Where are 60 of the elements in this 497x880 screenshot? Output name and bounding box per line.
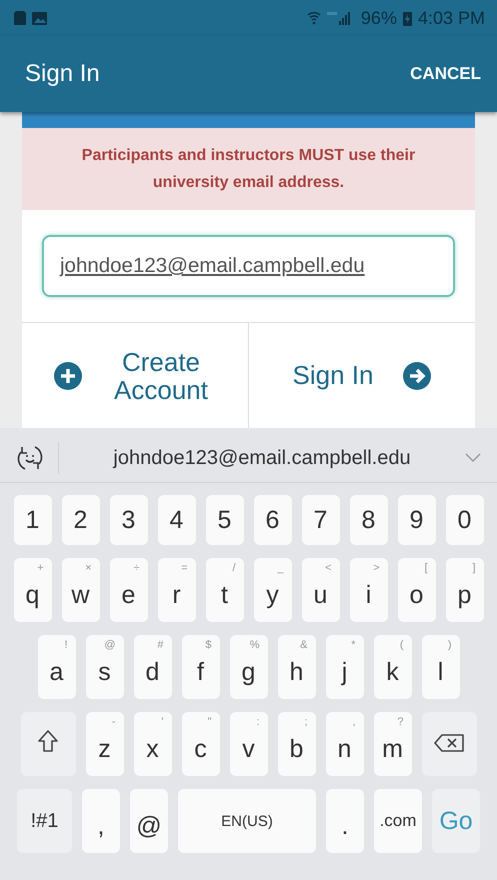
- shift-icon: [38, 730, 58, 752]
- keyboard-key[interactable]: " c: [182, 712, 220, 776]
- keyboard-key[interactable]: / t: [206, 558, 244, 622]
- symbols-key[interactable]: !#1: [17, 789, 72, 853]
- keyboard-key[interactable]: ; b: [278, 712, 316, 776]
- keyboard-key[interactable]: # d: [134, 635, 172, 699]
- screen-title: Sign In: [25, 60, 100, 88]
- battery-icon: [402, 10, 412, 26]
- keyboard-key[interactable]: 3: [110, 495, 148, 545]
- keyboard-key[interactable]: _ y: [254, 558, 292, 622]
- keyboard-key[interactable]: ? m: [374, 712, 412, 776]
- keyboard-key[interactable]: 1: [14, 495, 52, 545]
- keyboard-key[interactable]: @: [130, 789, 168, 853]
- keyboard-key[interactable]: $ f: [182, 635, 220, 699]
- notice-message: Participants and instructors MUST use their university email address.: [80, 146, 416, 193]
- keyboard-key[interactable]: @ s: [86, 635, 124, 699]
- keyboard-key[interactable]: % g: [230, 635, 268, 699]
- keyboard-key[interactable]: 4: [158, 495, 196, 545]
- keyboard-key[interactable]: [ o: [398, 558, 436, 622]
- shift-key[interactable]: [20, 712, 76, 776]
- image-icon: [32, 12, 47, 24]
- keyboard-key[interactable]: & h: [278, 635, 316, 699]
- dotcom-key[interactable]: .com: [374, 789, 422, 853]
- keyboard-key[interactable]: ) l: [422, 635, 460, 699]
- keyboard-key[interactable]: 0: [446, 495, 484, 545]
- keyboard-key[interactable]: 8: [350, 495, 388, 545]
- keyboard-key[interactable]: 2: [62, 495, 100, 545]
- backspace-icon: [434, 734, 464, 752]
- keyboard-key[interactable]: .: [326, 789, 364, 853]
- keyboard-key[interactable]: + q: [14, 558, 52, 622]
- backspace-key[interactable]: [422, 712, 476, 776]
- keyboard-key[interactable]: = r: [158, 558, 196, 622]
- keyboard-key[interactable]: 5: [206, 495, 244, 545]
- keyboard-key[interactable]: ! a: [38, 635, 76, 699]
- keyboard-key[interactable]: ( k: [374, 635, 412, 699]
- keyboard-key[interactable]: : v: [230, 712, 268, 776]
- emoji-cycle-icon[interactable]: [16, 444, 44, 472]
- keyboard-key[interactable]: - z: [86, 712, 124, 776]
- keyboard-key[interactable]: > i: [350, 558, 388, 622]
- keyboard-key[interactable]: 9: [398, 495, 436, 545]
- arrow-circle-icon: [403, 362, 432, 390]
- keyboard-key[interactable]: * j: [326, 635, 364, 699]
- keyboard-key[interactable]: ÷ e: [110, 558, 148, 622]
- plus-circle-icon: [54, 362, 82, 390]
- keyboard-key[interactable]: ' x: [134, 712, 172, 776]
- keyboard-key[interactable]: 6: [254, 495, 292, 545]
- keyboard-key[interactable]: 7: [302, 495, 340, 545]
- battery-percent: 96%: [360, 8, 397, 28]
- keyboard-key[interactable]: × w: [62, 558, 100, 622]
- space-key[interactable]: EN(US): [178, 789, 316, 853]
- keyboard-key[interactable]: < u: [302, 558, 340, 622]
- wifi-icon: [306, 11, 321, 25]
- suggestion-word[interactable]: johndoe123@email.campbell.edu: [73, 446, 451, 470]
- email-field[interactable]: johndoe123@email.campbell.edu: [42, 235, 455, 297]
- cancel-button[interactable]: CANCEL: [404, 58, 487, 90]
- keyboard-key[interactable]: ,: [82, 789, 120, 853]
- clock-time: 4:03 PM: [418, 8, 485, 28]
- keyboard-key[interactable]: , n: [326, 712, 364, 776]
- keyboard-key[interactable]: ] p: [446, 558, 484, 622]
- sd-card-icon: [14, 11, 26, 25]
